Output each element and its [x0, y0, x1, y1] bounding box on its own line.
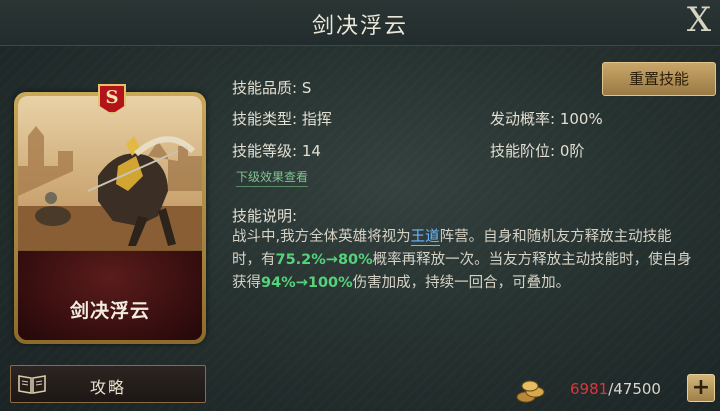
chance-range: 75.2%→80% [275, 252, 373, 268]
skill-card: ⚔ 剑决浮云 [14, 92, 206, 344]
coin-pile-icon [516, 380, 545, 403]
close-button[interactable]: X [682, 0, 716, 40]
skill-card-artwork [18, 96, 202, 261]
skill-card-name-plate [18, 250, 202, 340]
description-text-1: 战斗中,我方全体英雄将视为 [232, 229, 411, 245]
guide-button-label: 攻略 [89, 378, 126, 397]
description-text-4: 伤害加成，持续一回合，可叠加。 [352, 275, 571, 291]
faction-link[interactable]: 王道 [410, 229, 440, 246]
header-bar: 剑决浮云 X [0, 0, 720, 46]
resource-current: 6981 [570, 380, 609, 398]
resource-counter: 6981/47500 [570, 380, 661, 398]
skill-quality: 技能品质: S [232, 79, 312, 97]
skill-rank: 技能阶位: 0阶 [490, 142, 585, 160]
skill-level: 技能等级: 14 [232, 142, 321, 160]
skill-type: 技能类型: 指挥 [232, 110, 332, 128]
add-resource-button[interactable]: + [687, 374, 715, 402]
skill-description: 战斗中,我方全体英雄将视为王道阵营。自身和随机友方释放主动技能时，有75.2%→… [232, 226, 692, 295]
skill-card-inner: ⚔ 剑决浮云 [18, 96, 202, 340]
lower-level-effect-link[interactable]: 下级效果查看 [236, 168, 309, 187]
damage-range: 94%→100% [261, 275, 353, 291]
skill-card-name: 剑决浮云 [69, 300, 150, 322]
reset-skill-button[interactable]: 重置技能 [602, 62, 716, 96]
page-title: 剑决浮云 [311, 14, 408, 39]
guide-button[interactable]: 攻略 [10, 365, 206, 403]
description-title: 技能说明: [232, 207, 298, 225]
resource-total: /47500 [608, 380, 661, 398]
trigger-rate: 发动概率: 100% [490, 110, 603, 128]
